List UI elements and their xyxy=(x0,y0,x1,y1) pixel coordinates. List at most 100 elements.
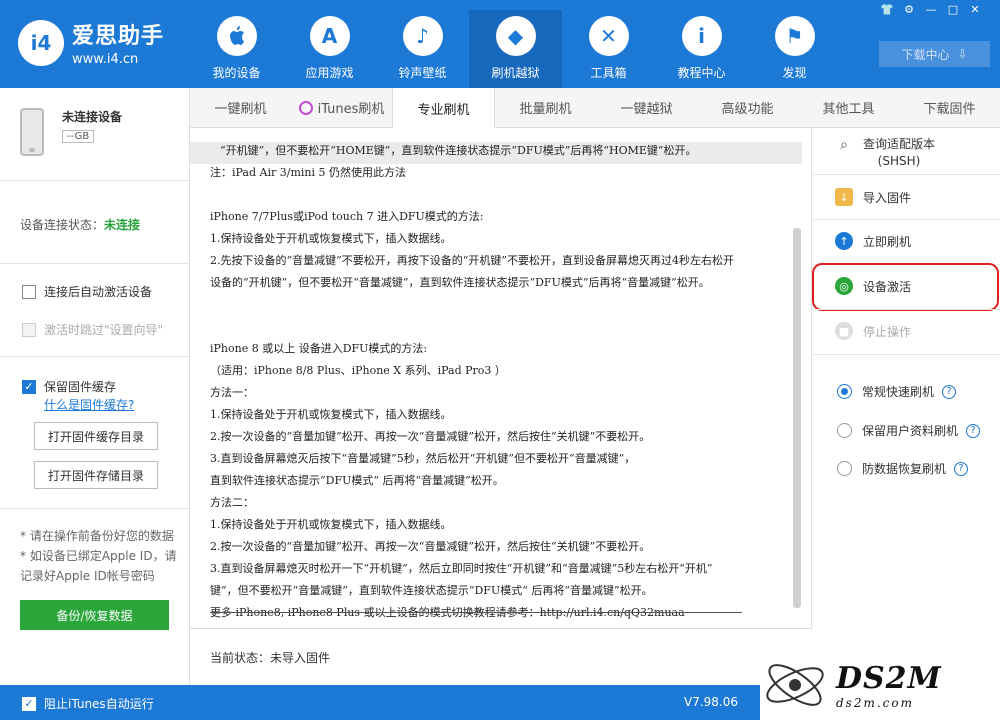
help-icon: ? xyxy=(942,384,957,399)
radio-keep-data-flash[interactable]: 保留用户资料刷机? xyxy=(837,422,981,439)
download-icon: ⇩ xyxy=(957,47,968,61)
instruction-line: （适用：iPhone 8/8 Plus、iPhone X 系列、iPad Pro… xyxy=(210,364,506,377)
flash-tabs: 一键刷机 iTunes刷机 专业刷机 批量刷机 一键越狱 高级功能 其他工具 下… xyxy=(190,88,1000,129)
divider xyxy=(0,356,189,357)
nav-my-device[interactable]: 我的设备 xyxy=(190,10,283,88)
app-name: 爱思助手 xyxy=(72,24,165,49)
instruction-line xyxy=(210,296,802,318)
auto-activate-checkbox[interactable]: 连接后自动激活设备 xyxy=(22,283,152,300)
divider xyxy=(0,263,189,264)
keep-cache-checkbox[interactable]: ✓ 保留固件缓存 xyxy=(22,378,116,395)
nav-flash-jailbreak[interactable]: ◆ 刷机越狱 xyxy=(469,10,562,88)
device-capacity: --GB xyxy=(62,130,95,143)
tab-one-click-flash[interactable]: 一键刷机 xyxy=(190,88,291,127)
divider xyxy=(813,354,1000,355)
stop-icon: ■ xyxy=(835,322,853,340)
app-logo: i4 爱思助手 www.i4.cn xyxy=(18,18,164,67)
radio-anti-recovery-flash[interactable]: 防数据恢复刷机? xyxy=(837,460,969,477)
top-header: i4 爱思助手 www.i4.cn 我的设备 A 应用游戏 ♪ 铃声壁纸 ◆ 刷… xyxy=(0,0,1000,88)
nav-tutorials[interactable]: i 教程中心 xyxy=(655,10,748,88)
current-status: 当前状态：未导入固件 xyxy=(210,651,331,665)
stop-button[interactable]: ■ 停止操作 xyxy=(835,322,911,340)
import-firmware-button[interactable]: ↓ 导入固件 xyxy=(835,188,911,206)
nav-ringtones[interactable]: ♪ 铃声壁纸 xyxy=(376,10,469,88)
instruction-line: 3.直到设备屏幕熄灭时松开一下“开机键”，然后立即同时按住“开机键”和“音量减键… xyxy=(210,562,713,575)
tab-batch-flash[interactable]: 批量刷机 xyxy=(495,88,596,127)
instruction-line: 2.按一次设备的“音量加键”松开、再按一次“音量减键”松开，然后按住“关机键”不… xyxy=(210,430,651,443)
divider xyxy=(813,309,1000,310)
radio-normal-flash[interactable]: 常规快速刷机? xyxy=(837,383,957,400)
main-nav: 我的设备 A 应用游戏 ♪ 铃声壁纸 ◆ 刷机越狱 ✕ 工具箱 i 教程中心 ⚑… xyxy=(190,10,841,88)
info-icon: i xyxy=(681,16,722,56)
phone-icon xyxy=(20,108,44,156)
divider xyxy=(813,174,1000,175)
divider xyxy=(813,219,1000,220)
tab-download-firmware[interactable]: 下载固件 xyxy=(899,88,1000,127)
tab-one-click-jailbreak[interactable]: 一键越狱 xyxy=(596,88,697,127)
flash-icon: ↑ xyxy=(835,232,853,250)
instruction-line: 1.保持设备处于开机或恢复模式下，插入数据线。 xyxy=(210,408,452,421)
open-cache-dir-button[interactable]: 打开固件缓存目录 xyxy=(34,422,158,450)
help-icon: ? xyxy=(954,461,969,476)
instruction-line: 1.保持设备处于开机或恢复模式下，插入数据线。 xyxy=(210,518,452,531)
nav-apps-games[interactable]: A 应用游戏 xyxy=(283,10,376,88)
block-itunes-checkbox[interactable]: ✓ 阻止iTunes自动运行 xyxy=(22,695,154,712)
version-label: V7.98.06 xyxy=(684,695,739,709)
instruction-line: 注：iPad Air 3/mini 5 仍然使用此方法 xyxy=(210,166,406,179)
instruction-line: iPhone 7/7Plus或iPod touch 7 进入DFU模式的方法: xyxy=(210,210,484,223)
watermark-title: DS2M xyxy=(836,660,942,696)
instruction-line: 2.按一次设备的“音量加键”松开、再按一次“音量减键”松开，然后按住“关机键”不… xyxy=(210,540,651,553)
flash-now-button[interactable]: ↑ 立即刷机 xyxy=(835,232,911,250)
watermark-url: ds2m.com xyxy=(836,695,914,710)
instruction-line: 方法一： xyxy=(210,386,254,399)
what-is-cache-link[interactable]: 什么是固件缓存? xyxy=(44,396,134,413)
instruction-line: 键”，但不要松开“音量减键”，直到软件连接状态提示“DFU模式“ 后再将“音量减… xyxy=(210,584,653,597)
open-store-dir-button[interactable]: 打开固件存储目录 xyxy=(34,461,158,489)
highlight-box xyxy=(812,263,999,311)
right-panel: ⌕ 查询适配版本 (SHSH) ↓ 导入固件 ↑ 立即刷机 ◎ 设备激活 ■ 停止… xyxy=(812,128,1000,685)
search-icon: ⌕ xyxy=(840,137,848,153)
gear-icon[interactable]: ⚙ xyxy=(900,3,918,17)
instruction-line: 更多 iPhone8, iPhone8 Plus 或以上设备的模式切换教程请参考… xyxy=(210,606,685,619)
instruction-line: 1.保持设备处于开机或恢复模式下，插入数据线。 xyxy=(210,232,452,245)
skin-icon[interactable]: 👕 xyxy=(878,3,896,17)
music-icon: ♪ xyxy=(402,16,443,56)
instructions-panel: “开机键”，但不要松开“HOME键”，直到软件连接状态提示“DFU模式”后再将“… xyxy=(190,128,812,628)
tab-itunes-flash[interactable]: iTunes刷机 xyxy=(291,88,392,127)
divider xyxy=(210,612,742,613)
status-area: 当前状态：未导入固件 xyxy=(190,628,812,685)
tab-advanced[interactable]: 高级功能 xyxy=(697,88,798,127)
minimize-icon[interactable]: — xyxy=(922,3,940,17)
instruction-line: 2.先按下设备的“音量减键”不要松开，再按下设备的“开机键”不要松开，直到设备屏… xyxy=(210,254,734,267)
nav-discover[interactable]: ⚑ 发现 xyxy=(748,10,841,88)
tab-other-tools[interactable]: 其他工具 xyxy=(798,88,899,127)
instructions-text: “开机键”，但不要松开“HOME键”，直到软件连接状态提示“DFU模式”后再将“… xyxy=(190,142,802,626)
maximize-icon[interactable]: □ xyxy=(944,3,962,17)
appstore-icon: A xyxy=(309,16,350,56)
divider xyxy=(0,508,189,509)
import-icon: ↓ xyxy=(835,188,853,206)
tab-pro-flash[interactable]: 专业刷机 xyxy=(392,88,495,129)
window-controls: 👕 ⚙ — □ ✕ xyxy=(878,3,984,17)
ds2m-logo-icon xyxy=(760,655,830,715)
connection-value: 未连接 xyxy=(104,218,141,232)
skip-setup-checkbox[interactable]: 激活时跳过"设置向导" xyxy=(22,321,163,338)
dropbox-icon: ◆ xyxy=(495,16,536,56)
backup-restore-button[interactable]: 备份/恢复数据 xyxy=(20,600,169,630)
instruction-line xyxy=(210,186,802,208)
instruction-line xyxy=(210,318,802,340)
nav-toolbox[interactable]: ✕ 工具箱 xyxy=(562,10,655,88)
close-icon[interactable]: ✕ xyxy=(966,3,984,17)
query-shsh-button[interactable]: ⌕ 查询适配版本 (SHSH) xyxy=(835,136,935,170)
instruction-line: 直到软件连接状态提示“DFU模式“ 后再将“音量减键”松开。 xyxy=(210,474,504,487)
apple-icon xyxy=(216,16,257,56)
scrollbar[interactable] xyxy=(793,228,801,608)
flag-icon: ⚑ xyxy=(774,16,815,56)
instruction-line: “开机键”，但不要松开“HOME键”，直到软件连接状态提示“DFU模式”后再将“… xyxy=(190,142,802,164)
instruction-line: 3.直到设备屏幕熄灭后按下“音量减键”5秒，然后松开“开机键”但不要松开“音量减… xyxy=(210,452,636,465)
download-center-button[interactable]: 下载中心 ⇩ xyxy=(879,41,990,67)
divider xyxy=(0,180,189,181)
instruction-line: iPhone 8 或以上 设备进入DFU模式的方法: xyxy=(210,342,428,355)
left-panel: 未连接设备 --GB 设备连接状态：未连接 连接后自动激活设备 激活时跳过"设置… xyxy=(0,88,190,685)
i4-logo-icon: i4 xyxy=(18,19,64,66)
